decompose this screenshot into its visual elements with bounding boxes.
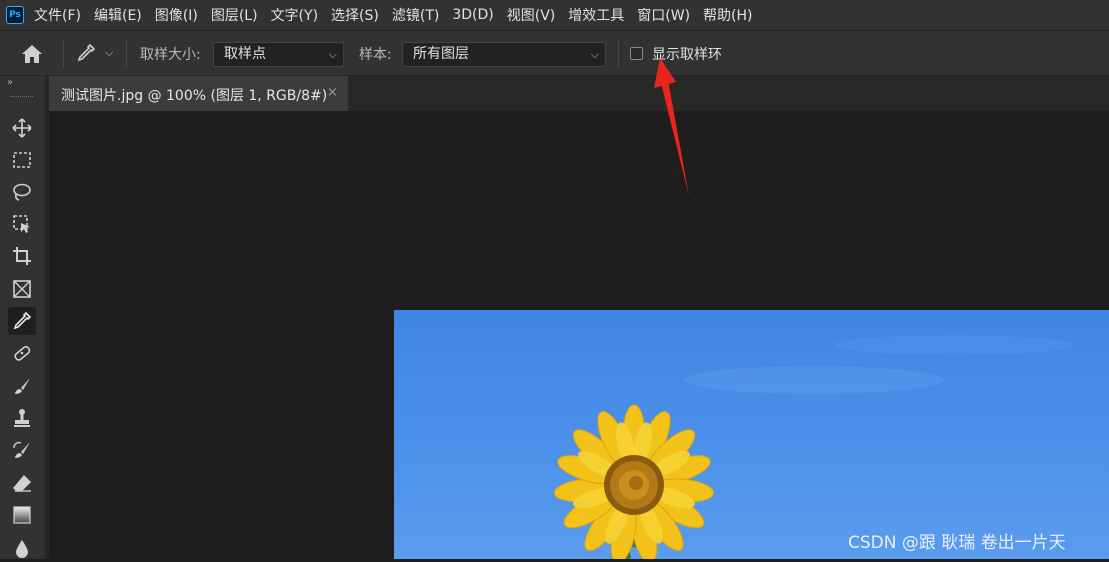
sample-dropdown[interactable]: 所有图层 ⌵: [402, 42, 606, 67]
chevron-down-icon: ⌵: [590, 48, 599, 61]
move-tool-icon[interactable]: [8, 114, 36, 142]
menu-3d[interactable]: 3D(D): [452, 7, 493, 23]
brush-tool-icon[interactable]: [8, 372, 36, 400]
tools-panel: »: [0, 76, 45, 559]
menu-select[interactable]: 选择(S): [331, 5, 379, 25]
menu-edit[interactable]: 编辑(E): [94, 5, 142, 25]
clone-stamp-tool-icon[interactable]: [8, 404, 36, 432]
sample-value: 所有图层: [413, 46, 469, 62]
menu-image[interactable]: 图像(I): [155, 5, 198, 25]
collapse-panel-icon[interactable]: »: [7, 77, 13, 88]
gradient-tool-icon[interactable]: [8, 501, 36, 529]
healing-brush-tool-icon[interactable]: [8, 339, 36, 367]
photoshop-logo: Ps: [6, 6, 24, 24]
menu-bar: Ps 文件(F) 编辑(E) 图像(I) 图层(L) 文字(Y) 选择(S) 滤…: [0, 0, 1109, 30]
home-icon[interactable]: [20, 43, 44, 69]
chevron-down-icon: ⌵: [328, 48, 337, 61]
menu-plugins[interactable]: 增效工具: [568, 5, 624, 25]
eraser-tool-icon[interactable]: [8, 469, 36, 497]
close-icon[interactable]: ×: [327, 85, 338, 100]
options-bar: ⌵ 取样大小: 取样点 ⌵ 样本: 所有图层 ⌵ 显示取样环: [0, 30, 1109, 76]
show-sampling-ring-checkbox[interactable]: [630, 47, 643, 60]
sample-size-value: 取样点: [224, 46, 266, 62]
sample-size-label: 取样大小:: [140, 47, 201, 63]
show-sampling-ring-label[interactable]: 显示取样环: [652, 44, 722, 64]
menu-type[interactable]: 文字(Y): [271, 5, 318, 25]
menu-help[interactable]: 帮助(H): [703, 5, 752, 25]
document-tab-title: 测试图片.jpg @ 100% (图层 1, RGB/8#): [61, 88, 328, 104]
menu-layer[interactable]: 图层(L): [211, 5, 258, 25]
history-brush-tool-icon[interactable]: [8, 436, 36, 464]
eyedropper-tool-icon[interactable]: [8, 307, 36, 335]
crop-tool-icon[interactable]: [8, 242, 36, 270]
menu-filter[interactable]: 滤镜(T): [392, 5, 439, 25]
document-tab-bar: 测试图片.jpg @ 100% (图层 1, RGB/8#) ×: [49, 76, 1109, 111]
eyedropper-preset-icon[interactable]: [75, 42, 97, 68]
marquee-tool-icon[interactable]: [8, 146, 36, 174]
menu-view[interactable]: 视图(V): [507, 5, 556, 25]
sunflower-image[interactable]: [394, 310, 1109, 559]
watermark: CSDN @跟 耿瑞 卷出一片天: [848, 533, 1066, 553]
menu-window[interactable]: 窗口(W): [637, 5, 690, 25]
object-selection-tool-icon[interactable]: [8, 210, 36, 238]
frame-tool-icon[interactable]: [8, 275, 36, 303]
document-tab[interactable]: 测试图片.jpg @ 100% (图层 1, RGB/8#) ×: [49, 76, 348, 111]
sample-size-dropdown[interactable]: 取样点 ⌵: [213, 42, 344, 67]
chevron-down-icon[interactable]: ⌵: [105, 46, 113, 60]
blur-tool-icon[interactable]: [8, 534, 36, 562]
menu-file[interactable]: 文件(F): [34, 5, 81, 25]
panel-grip[interactable]: [11, 96, 33, 99]
sample-label: 样本:: [359, 47, 392, 63]
lasso-tool-icon[interactable]: [8, 178, 36, 206]
